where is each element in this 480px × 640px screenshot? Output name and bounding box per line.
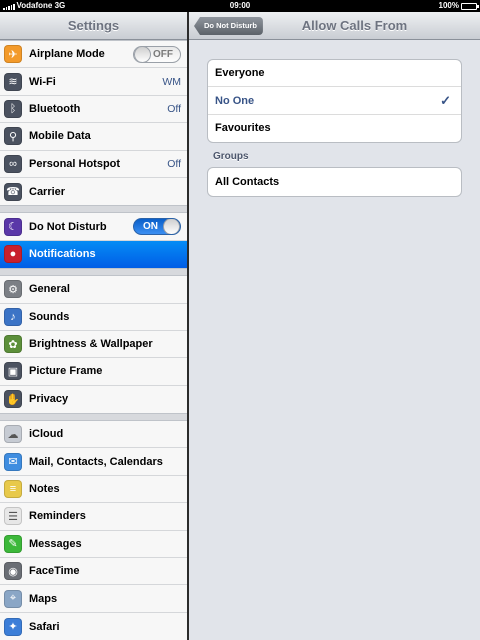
notes-icon: ≡ [4,480,22,499]
phone-icon: ☎ [4,182,22,201]
maps-icon: ⌖ [4,589,22,608]
sidebar-item-label: Brightness & Wallpaper [29,338,153,351]
option-label: No One [215,94,255,107]
sidebar-item-label: Do Not Disturb [29,220,107,233]
toggle-knob [134,46,151,62]
sidebar-item-brightness-wallpaper[interactable]: ✿ Brightness & Wallpaper [0,330,187,359]
sidebar-item-label: Messages [29,537,82,550]
sidebar-item-label: Wi-Fi [29,75,56,88]
sidebar-item-label: Bluetooth [29,102,81,115]
speaker-icon: ♪ [4,307,22,326]
antenna-icon: ⚲ [4,127,22,146]
hotspot-icon: ∞ [4,154,22,173]
settings-group: ☁ iCloud ✉ Mail, Contacts, Calendars ≡ Notes ☰… [0,420,187,640]
mail-icon: ✉ [4,452,22,471]
messages-icon: ✎ [4,534,22,553]
settings-group: ⚙ General ♪ Sounds ✿ Brightness & Wallpaper ▣ P… [0,275,187,415]
compass-icon: ✦ [4,617,22,636]
sidebar-item-label: Maps [29,592,58,605]
settings-group: ✈ Airplane Mode OFF ≋ Wi-Fi WM ᛒ Bluetooth Off ⚲ M… [0,40,187,207]
group-all-contacts[interactable]: All Contacts [208,168,461,195]
gear-icon: ⚙ [4,280,22,299]
checkmark-icon: ✓ [440,92,451,108]
airplane-icon: ✈ [4,45,22,64]
sidebar-item-sounds[interactable]: ♪ Sounds [0,303,187,331]
option-favourites[interactable]: Favourites [208,115,461,142]
sidebar-item-maps[interactable]: ⌖ Maps [0,585,187,613]
allow-calls-options: Everyone No One ✓ Favourites [207,59,462,144]
sidebar-title: Settings [0,12,187,40]
sidebar-item-value: Off [167,102,181,115]
toggle-knob [163,219,180,235]
sidebar-item-label: Safari [29,620,60,633]
airplane-mode-toggle[interactable]: OFF [133,45,181,63]
sidebar-item-value: WM [162,75,181,88]
sidebar-item-safari[interactable]: ✦ Safari [0,612,187,640]
sidebar-item-mail-contacts-calendars[interactable]: ✉ Mail, Contacts, Calendars [0,448,187,476]
sidebar-item-label: General [29,283,70,296]
toggle-label: ON [143,221,158,233]
bluetooth-icon: ᛒ [4,99,22,118]
do-not-disturb-toggle[interactable]: ON [133,218,181,236]
sidebar-item-label: Personal Hotspot [29,157,121,170]
battery-icon [461,2,479,10]
reminders-icon: ☰ [4,507,22,526]
settings-sidebar: Settings ✈ Airplane Mode OFF ≋ Wi-Fi WM ᛒ Bluet… [0,12,187,640]
sidebar-item-label: Picture Frame [29,365,103,378]
facetime-icon: ◉ [4,562,22,581]
sidebar-item-label: Carrier [29,185,66,198]
sidebar-item-carrier[interactable]: ☎ Carrier [0,177,187,206]
notifications-icon: ● [4,245,22,264]
settings-list: ✈ Airplane Mode OFF ≋ Wi-Fi WM ᛒ Bluetooth Off ⚲ M… [0,40,187,640]
toggle-label: OFF [153,48,173,60]
flower-icon: ✿ [4,335,22,354]
sidebar-item-personal-hotspot[interactable]: ∞ Personal Hotspot Off [0,150,187,178]
sidebar-item-label: Mail, Contacts, Calendars [29,455,163,468]
groups-section-header: Groups [213,151,249,163]
wifi-icon: ≋ [4,72,22,91]
battery-indicator: 100% [438,0,479,12]
hand-icon: ✋ [4,390,22,409]
picture-frame-icon: ▣ [4,362,22,381]
detail-nav-bar: Do Not Disturb Allow Calls From [189,12,480,40]
sidebar-item-label: Notifications [29,248,96,261]
sidebar-item-general[interactable]: ⚙ General [0,276,187,304]
option-label: Favourites [215,122,271,135]
cloud-icon: ☁ [4,425,22,444]
sidebar-item-bluetooth[interactable]: ᛒ Bluetooth Off [0,95,187,124]
sidebar-item-label: FaceTime [29,565,80,578]
sidebar-item-privacy[interactable]: ✋ Privacy [0,385,187,414]
option-label: Everyone [215,67,265,80]
option-everyone[interactable]: Everyone [208,60,461,88]
sidebar-item-picture-frame[interactable]: ▣ Picture Frame [0,358,187,386]
contact-groups: All Contacts [207,167,462,197]
sidebar-item-messages[interactable]: ✎ Messages [0,530,187,559]
sidebar-item-value: Off [167,157,181,170]
sidebar-item-do-not-disturb[interactable]: ☾ Do Not Disturb ON [0,213,187,241]
sidebar-item-label: Airplane Mode [29,48,105,61]
moon-icon: ☾ [4,217,22,236]
sidebar-item-label: Mobile Data [29,130,91,143]
sidebar-item-mobile-data[interactable]: ⚲ Mobile Data [0,123,187,151]
sidebar-item-label: Notes [29,483,60,496]
sidebar-item-facetime[interactable]: ◉ FaceTime [0,558,187,586]
sidebar-item-icloud[interactable]: ☁ iCloud [0,421,187,449]
detail-pane: Do Not Disturb Allow Calls From Everyone… [189,12,480,640]
sidebar-item-label: Sounds [29,310,70,323]
sidebar-item-wi-fi[interactable]: ≋ Wi-Fi WM [0,68,187,96]
sidebar-item-reminders[interactable]: ☰ Reminders [0,503,187,531]
sidebar-item-label: Reminders [29,510,86,523]
sidebar-item-label: iCloud [29,428,64,441]
sidebar-item-label: Privacy [29,393,69,406]
battery-percent: 100% [438,1,459,10]
sidebar-item-notes[interactable]: ≡ Notes [0,475,187,504]
sidebar-item-airplane-mode[interactable]: ✈ Airplane Mode OFF [0,41,187,69]
settings-group: ☾ Do Not Disturb ON ● Notifications [0,212,187,270]
page-title: Allow Calls From [301,18,408,33]
option-no-one[interactable]: No One ✓ [208,87,461,115]
clock: 09:00 [229,1,251,10]
sidebar-item-notifications[interactable]: ● Notifications [0,240,187,269]
group-label: All Contacts [215,175,280,188]
status-bar: Vodafone 3G 09:00 100% [0,0,480,12]
